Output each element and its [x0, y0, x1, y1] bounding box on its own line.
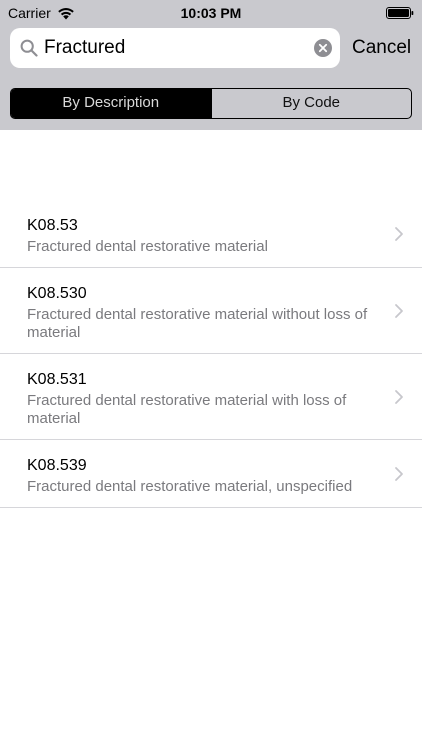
status-time: 10:03 PM	[180, 5, 242, 21]
result-row[interactable]: K08.53 Fractured dental restorative mate…	[0, 200, 422, 268]
clear-icon[interactable]	[314, 39, 332, 57]
result-description: Fractured dental restorative material	[27, 238, 268, 255]
result-row[interactable]: K08.530 Fractured dental restorative mat…	[0, 268, 422, 354]
segment-by-description[interactable]: By Description	[11, 89, 211, 118]
search-field[interactable]	[10, 28, 340, 68]
result-code: K08.531	[27, 371, 87, 388]
result-description: Fractured dental restorative material wi…	[27, 306, 368, 341]
result-code: K08.53	[27, 217, 78, 234]
result-description: Fractured dental restorative material, u…	[27, 478, 353, 495]
result-code: K08.530	[27, 285, 87, 302]
search-mode-segmented-control: By Description By Code	[10, 88, 412, 119]
chevron-right-icon	[395, 303, 403, 318]
result-row[interactable]: K08.531 Fractured dental restorative mat…	[0, 354, 422, 440]
results-list: K08.53 Fractured dental restorative mate…	[0, 200, 422, 508]
result-row[interactable]: K08.539 Fractured dental restorative mat…	[0, 440, 422, 508]
search-header: Carrier 10:03 PM Cancel By Description	[0, 0, 422, 130]
chevron-right-icon	[395, 226, 403, 241]
result-description: Fractured dental restorative material wi…	[27, 392, 347, 427]
segment-by-code[interactable]: By Code	[210, 89, 412, 118]
chevron-right-icon	[395, 466, 403, 481]
search-input[interactable]	[44, 28, 284, 68]
battery-full-icon	[386, 7, 414, 19]
chevron-right-icon	[395, 389, 403, 404]
search-icon	[20, 39, 38, 57]
status-bar: Carrier 10:03 PM	[0, 0, 422, 26]
result-code: K08.539	[27, 457, 87, 474]
cancel-button[interactable]: Cancel	[352, 28, 411, 68]
